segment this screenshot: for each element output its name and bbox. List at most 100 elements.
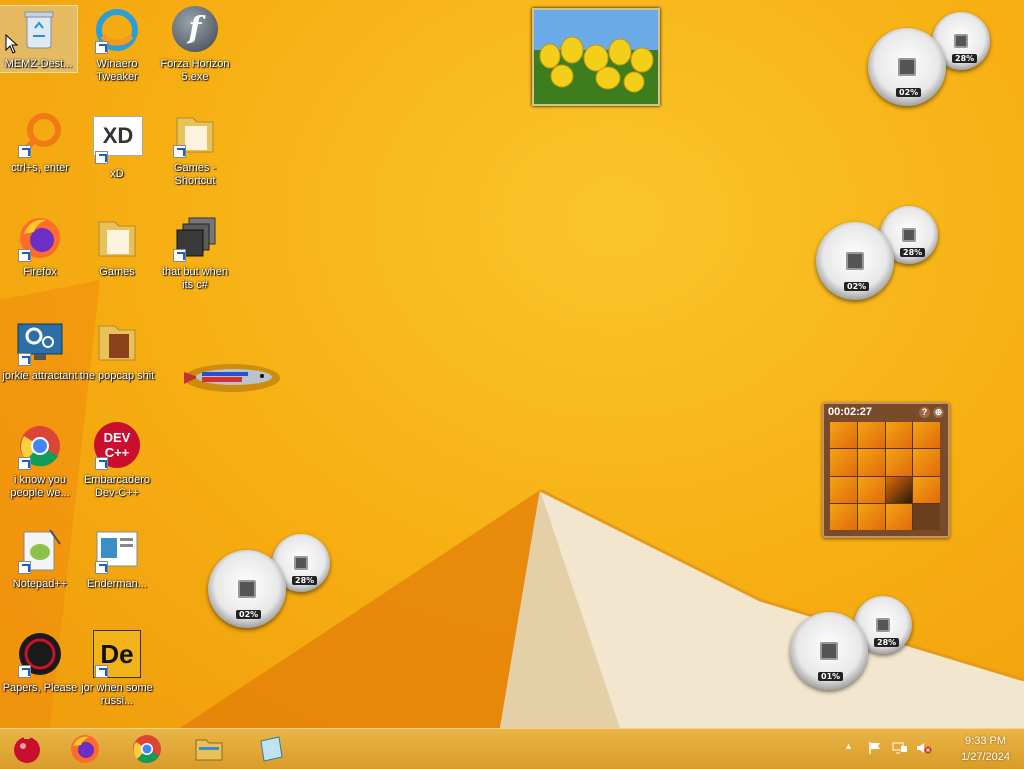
ornament-start-icon <box>14 735 40 763</box>
desktop-icon-ctrl-s-enter[interactable]: ctrl+s, enter <box>0 110 80 175</box>
puzzle-tile[interactable] <box>830 422 857 449</box>
shortcut-arrow-icon <box>18 145 31 158</box>
puzzle-grid <box>830 422 940 530</box>
start-button[interactable] <box>2 732 52 766</box>
chrome-icon <box>133 735 161 764</box>
desktop-icon-jor-russian[interactable]: De jor when some russi... <box>77 630 157 708</box>
desktop-icon-firefox[interactable]: Firefox <box>0 214 80 279</box>
puzzle-tile[interactable] <box>913 449 940 476</box>
puzzle-tile[interactable] <box>857 476 885 503</box>
memory-readout: 28% <box>874 638 900 647</box>
desktop-icon-forza-horizon[interactable]: f Forza Horizon 5.exe <box>155 6 235 84</box>
puzzle-empty-slot <box>913 503 940 530</box>
shortcut-arrow-icon <box>173 249 186 262</box>
puzzle-tile[interactable] <box>857 422 885 449</box>
desktop-icon-label: that but when its c# <box>161 266 229 291</box>
desktop-icon-label: jorkie attractant <box>2 370 78 382</box>
desktop-icon-games-folder[interactable]: Games <box>77 214 157 279</box>
shortcut-arrow-icon <box>95 665 108 678</box>
puzzle-tile[interactable] <box>857 503 885 530</box>
folder-icon <box>93 214 141 262</box>
puzzle-tile[interactable] <box>913 422 940 449</box>
desktop-icon-that-but-csharp[interactable]: that but when its c# <box>155 214 235 292</box>
puzzle-menu-button[interactable]: ⊕ <box>933 407 944 418</box>
desktop-icon-label: MEMZ-Dest... <box>4 58 73 70</box>
magnifier-ring-icon <box>16 110 64 158</box>
desktop-icon-chrome-text[interactable]: i know you people we... <box>0 422 80 500</box>
flash-player-icon: f <box>171 6 219 54</box>
desktop-icon-embarcadero-devcpp[interactable]: DEV C++ Embarcadero Dev-C++ <box>77 422 157 500</box>
cpu-chip-icon <box>238 580 256 598</box>
desktop-icon-label: i know you people we... <box>10 474 70 499</box>
taskbar-file-explorer[interactable] <box>184 732 234 766</box>
desktop-icon-papers-please[interactable]: Papers, Please <box>0 630 80 695</box>
puzzle-tile[interactable] <box>885 503 913 530</box>
cpu-readout: 02% <box>236 610 262 619</box>
folder-icon <box>93 318 141 366</box>
puzzle-tile[interactable] <box>830 449 857 476</box>
shortcut-arrow-icon <box>95 151 108 164</box>
taskbar-clock[interactable]: 9:33 PM 1/27/2024 <box>961 733 1010 765</box>
slideshow-gadget[interactable] <box>532 8 660 106</box>
desktop-fish-icon <box>172 352 292 407</box>
action-center-flag-icon[interactable] <box>868 741 882 758</box>
puzzle-tile[interactable] <box>885 476 913 503</box>
network-icon[interactable] <box>892 741 908 758</box>
memory-chip-icon <box>294 556 308 570</box>
tulips-photo <box>534 10 658 104</box>
cpu-chip-icon <box>846 252 864 270</box>
shortcut-arrow-icon <box>18 457 31 470</box>
desktop-icon-label: Games - Shortcut <box>173 162 217 187</box>
help-button[interactable]: ? <box>918 407 930 418</box>
puzzle-tile[interactable] <box>913 476 940 503</box>
taskbar-firefox[interactable] <box>60 732 110 766</box>
de-logo-icon: De <box>93 630 141 678</box>
shortcut-arrow-icon <box>95 457 108 470</box>
puzzle-tile[interactable] <box>885 422 913 449</box>
desktop-icon-label: Enderman... <box>87 578 147 590</box>
desktop-icon-label: Games <box>99 266 135 278</box>
firefox-icon <box>71 735 99 763</box>
clock-date: 1/27/2024 <box>961 751 1010 763</box>
window-app-icon <box>93 526 141 574</box>
cpu-meter-gadget[interactable]: 28% 01% <box>790 596 916 692</box>
taskbar-chrome[interactable] <box>122 732 172 766</box>
desktop-icon-label: Papers, Please <box>2 682 78 694</box>
shortcut-arrow-icon <box>18 249 31 262</box>
desktop-icon-xd[interactable]: XD xD <box>77 110 157 181</box>
desktop-icon-label: Forza Horizon 5.exe <box>160 58 230 83</box>
cpu-chip-icon <box>898 58 916 76</box>
cpu-meter-gadget[interactable]: 28% 02% <box>816 206 942 302</box>
show-hidden-icons-button[interactable]: ▴ <box>846 741 851 752</box>
desktop-icon-enderman[interactable]: Enderman... <box>77 526 157 591</box>
desktop-icon-winaero-tweaker[interactable]: Winaero Tweaker <box>77 6 157 84</box>
xd-logo: XD <box>93 116 143 156</box>
cpu-meter-gadget[interactable]: 28% 02% <box>208 534 334 630</box>
cpu-meter-gadget[interactable]: 28% 02% <box>868 12 994 108</box>
shortcut-arrow-icon <box>173 145 186 158</box>
taskbar-app[interactable] <box>246 732 296 766</box>
volume-muted-icon[interactable] <box>916 741 932 758</box>
desktop-icon-jorkie-attractant[interactable]: jorkie attractant <box>0 318 80 383</box>
desktop-icon-games-shortcut[interactable]: Games - Shortcut <box>155 110 235 188</box>
puzzle-tile[interactable] <box>857 449 885 476</box>
desktop-icon-label: Winaero Tweaker <box>96 58 138 83</box>
desktop-icon-label: jor when some russi... <box>81 682 153 707</box>
puzzle-tile[interactable] <box>830 476 857 503</box>
shortcut-arrow-icon <box>18 353 31 366</box>
puzzle-timer: 00:02:27 <box>828 406 873 418</box>
puzzle-tile[interactable] <box>830 503 857 530</box>
stacked-windows-icon <box>171 214 219 262</box>
shortcut-arrow-icon <box>95 561 108 574</box>
desktop-icon-popcap-folder[interactable]: the popcap shit <box>77 318 157 383</box>
desktop-icon-notepad-plus-plus[interactable]: Notepad++ <box>0 526 80 591</box>
memory-readout: 28% <box>952 54 978 63</box>
picture-puzzle-gadget[interactable]: 00:02:27 ? ⊕ <box>822 402 950 538</box>
folder-icon <box>171 110 219 158</box>
notepad-plus-plus-icon <box>16 526 64 574</box>
notepad-icon <box>260 736 283 762</box>
shortcut-arrow-icon <box>18 665 31 678</box>
desktop-icon-label: ctrl+s, enter <box>11 162 69 174</box>
shortcut-arrow-icon <box>95 41 108 54</box>
puzzle-tile[interactable] <box>885 449 913 476</box>
